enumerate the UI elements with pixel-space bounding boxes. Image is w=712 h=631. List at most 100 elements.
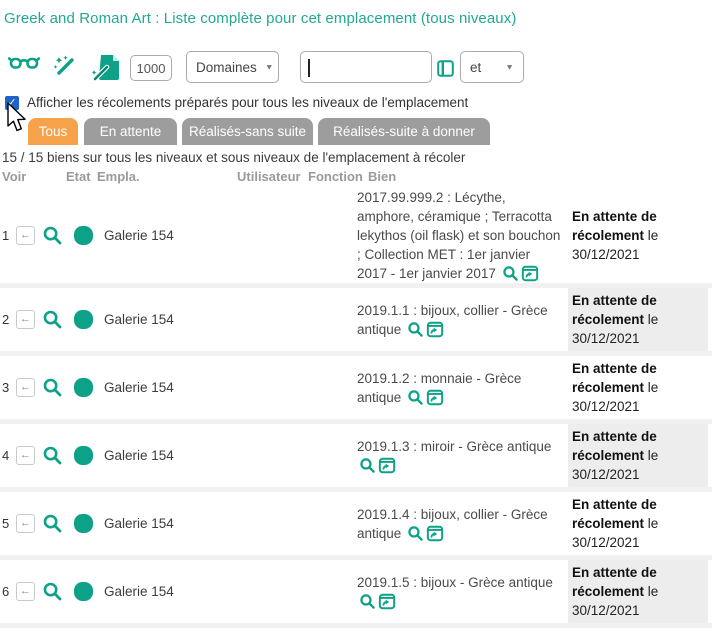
view-record-button[interactable] — [42, 225, 63, 246]
zoom-item-icon[interactable] — [407, 389, 424, 406]
show-all-levels-checkbox[interactable]: ✓ — [5, 96, 19, 110]
zoom-item-icon[interactable] — [407, 525, 424, 542]
view-record-button[interactable] — [42, 581, 63, 602]
item-description: 2019.1.4 : bijoux, collier - Grèce antiq… — [357, 505, 563, 543]
page-title: Greek and Roman Art : Liste complète pou… — [4, 10, 516, 27]
status-date: 30/12/2021 — [572, 535, 640, 550]
zoom-item-icon[interactable] — [359, 593, 376, 610]
move-item-button[interactable]: ← — [16, 226, 35, 245]
left-arrow-icon: ← — [20, 382, 31, 393]
status-cell: En attente de récolement le 30/12/2021 — [568, 204, 708, 267]
tab-r-alis-s-suite-donner[interactable]: Réalisés-suite à donner — [318, 118, 490, 145]
status-cell: En attente de récolement le 30/12/2021 — [568, 288, 708, 351]
view-record-button[interactable] — [42, 377, 63, 398]
location-label: Galerie 154 — [104, 380, 357, 395]
tab-en-attente[interactable]: En attente — [84, 118, 177, 145]
move-item-button[interactable]: ← — [16, 378, 35, 397]
status-text-mid: le — [648, 584, 659, 599]
limit-input[interactable] — [130, 55, 172, 81]
item-description: 2019.1.2 : monnaie - Grèce antique — [357, 369, 563, 407]
operator-select[interactable]: et ▼ — [460, 51, 524, 83]
location-label: Galerie 154 — [104, 516, 357, 531]
status-text-mid: le — [648, 228, 659, 243]
row-number: 4 — [2, 448, 12, 463]
item-description-text: 2019.1.3 : miroir - Grèce antique — [357, 439, 551, 454]
open-window-icon[interactable] — [426, 525, 444, 542]
left-arrow-icon: ← — [20, 586, 31, 597]
document-wand-icon[interactable] — [92, 54, 122, 82]
open-window-icon[interactable] — [521, 265, 539, 282]
row-number: 1 — [2, 228, 12, 243]
status-text-bold: En attente de récolement — [572, 293, 657, 327]
view-record-button[interactable] — [42, 513, 63, 534]
chevron-down-icon: ▼ — [265, 63, 274, 72]
item-description: 2019.1.3 : miroir - Grèce antique — [357, 437, 563, 475]
item-description: 2017.99.999.2 : Lécythe, amphore, cérami… — [357, 188, 563, 283]
status-dot-icon — [74, 378, 93, 397]
item-description-text: 2019.1.4 : bijoux, collier - Grèce antiq… — [357, 507, 548, 541]
status-text-bold: En attente de récolement — [572, 361, 657, 395]
status-cell: En attente de récolement le 30/12/2021 — [568, 492, 708, 555]
domain-select[interactable]: Domaines ▼ — [186, 51, 279, 83]
location-label: Galerie 154 — [104, 584, 357, 599]
text-caret — [308, 59, 310, 77]
status-text-bold: En attente de récolement — [572, 429, 657, 463]
open-window-icon[interactable] — [378, 457, 396, 474]
status-dot-icon — [74, 514, 93, 533]
status-text-mid: le — [648, 516, 659, 531]
table-row: 5 ← Galerie 154 2019.1.4 : bijoux, colli… — [0, 487, 712, 555]
item-description-text: 2019.1.5 : bijoux - Grèce antique — [357, 575, 553, 590]
table-row: 2 ← Galerie 154 2019.1.1 : bijoux, colli… — [0, 283, 712, 351]
left-arrow-icon: ← — [20, 518, 31, 529]
left-arrow-icon: ← — [20, 314, 31, 325]
status-date: 30/12/2021 — [572, 603, 640, 618]
status-cell: En attente de récolement le 30/12/2021 — [568, 424, 708, 487]
column-header-utilisateur: Utilisateur — [237, 169, 301, 184]
view-record-button[interactable] — [42, 445, 63, 466]
status-date: 30/12/2021 — [572, 399, 640, 414]
status-cell: En attente de récolement le 30/12/2021 — [568, 356, 708, 419]
toolbar: Domaines ▼ et ▼ — [0, 48, 712, 90]
move-item-button[interactable]: ← — [16, 582, 35, 601]
move-item-button[interactable]: ← — [16, 514, 35, 533]
column-header-bien: Bien — [368, 169, 396, 184]
open-window-icon[interactable] — [426, 321, 444, 338]
open-window-icon[interactable] — [378, 593, 396, 610]
records-table: 1 ← Galerie 154 2017.99.999.2 : Lécythe,… — [0, 188, 712, 631]
table-row: 7 ← Galerie 154 2019.1.6 : Aryballos - G… — [0, 623, 712, 631]
zoom-item-icon[interactable] — [502, 265, 519, 282]
status-date: 30/12/2021 — [572, 247, 640, 262]
magic-wand-icon[interactable] — [52, 54, 78, 80]
column-header-empla: Empla. — [97, 169, 140, 184]
domain-select-value: Domaines — [196, 60, 257, 75]
status-text-mid: le — [648, 380, 659, 395]
view-record-button[interactable] — [42, 309, 63, 330]
tab-r-alis-s-sans-suite[interactable]: Réalisés-sans suite — [182, 118, 313, 145]
location-label: Galerie 154 — [104, 312, 357, 327]
tab-tous[interactable]: Tous — [28, 118, 78, 145]
table-header: VoirEtatEmpla.UtilisateurFonctionBien — [0, 169, 712, 187]
status-date: 30/12/2021 — [572, 467, 640, 482]
move-item-button[interactable]: ← — [16, 310, 35, 329]
zoom-item-icon[interactable] — [359, 457, 376, 474]
status-text-mid: le — [648, 448, 659, 463]
show-all-levels-label: Afficher les récolements préparés pour t… — [27, 95, 468, 110]
zoom-item-icon[interactable] — [407, 321, 424, 338]
status-dot-icon — [74, 582, 93, 601]
chevron-down-icon: ▼ — [505, 63, 514, 72]
status-text-mid: le — [648, 312, 659, 327]
location-label: Galerie 154 — [104, 448, 357, 463]
column-header-etat: Etat — [66, 169, 91, 184]
move-item-button[interactable]: ← — [16, 446, 35, 465]
status-dot-icon — [74, 226, 93, 245]
glasses-icon[interactable] — [8, 54, 40, 72]
location-label: Galerie 154 — [104, 228, 357, 243]
book-icon[interactable] — [437, 60, 454, 77]
row-number: 6 — [2, 584, 12, 599]
search-input[interactable] — [300, 51, 432, 83]
left-arrow-icon: ← — [20, 450, 31, 461]
column-header-voir: Voir — [2, 169, 26, 184]
status-cell: En attente de récolement le 30/12/2021 — [568, 560, 708, 623]
item-description-text: 2019.1.1 : bijoux, collier - Grèce antiq… — [357, 303, 548, 337]
open-window-icon[interactable] — [426, 389, 444, 406]
